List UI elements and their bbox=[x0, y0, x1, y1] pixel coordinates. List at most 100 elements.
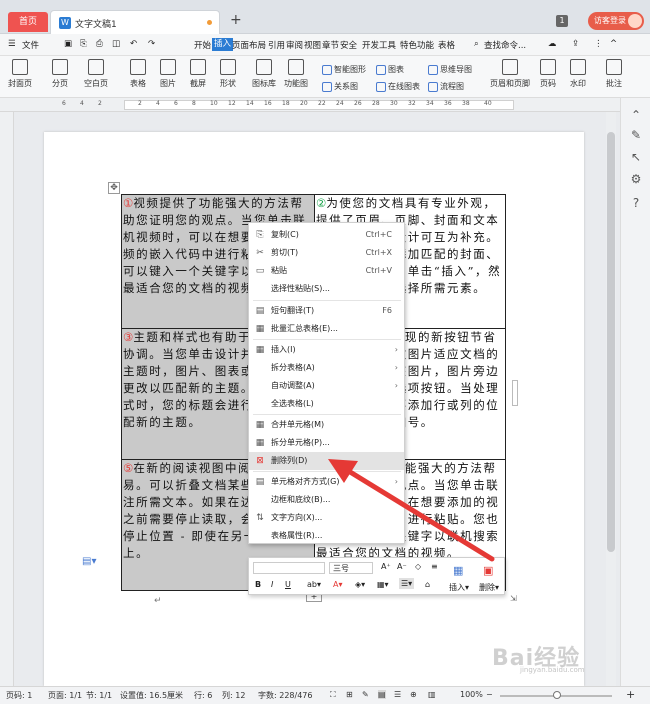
insert-row-icon[interactable]: ▦ bbox=[453, 564, 463, 577]
help-icon[interactable]: ? bbox=[629, 196, 643, 210]
page-view-icon[interactable]: ▤ bbox=[378, 690, 386, 699]
icon-library-button[interactable]: 图标库 bbox=[252, 59, 276, 89]
menu-start[interactable]: 开始 bbox=[194, 39, 211, 51]
menu-section[interactable]: 章节 bbox=[322, 39, 339, 51]
page-number-button[interactable]: 页码 bbox=[540, 59, 556, 89]
zoom-slider-thumb[interactable] bbox=[553, 691, 561, 699]
undo-icon[interactable]: ↶ bbox=[130, 39, 137, 49]
vertical-ruler[interactable] bbox=[0, 112, 14, 686]
save-icon[interactable]: ▣ bbox=[64, 39, 72, 49]
hamburger-icon[interactable]: ☰ bbox=[8, 39, 16, 49]
menu-translate[interactable]: ▤ 短句翻译(T) F6 bbox=[249, 302, 404, 320]
status-col[interactable]: 列: 12 bbox=[222, 690, 245, 701]
table-move-handle[interactable]: ✥ bbox=[108, 182, 120, 194]
print-icon[interactable]: ⎙ bbox=[96, 39, 103, 49]
collapse-panel-icon[interactable]: ⌃ bbox=[629, 108, 643, 122]
menu-auto-fit[interactable]: 自动调整(A) › bbox=[249, 377, 404, 395]
cover-page-button[interactable]: 封面页 bbox=[8, 59, 32, 89]
edit-icon[interactable]: ✎ bbox=[629, 128, 643, 142]
redo-icon[interactable]: ↷ bbox=[148, 39, 155, 49]
highlight-icon[interactable]: ab▾ bbox=[307, 580, 321, 589]
menu-features[interactable]: 特色功能 bbox=[400, 39, 434, 51]
menu-paste-special[interactable]: 选择性粘贴(S)... bbox=[249, 280, 404, 298]
menu-view[interactable]: 视图 bbox=[304, 39, 321, 51]
menu-cut[interactable]: ✂ 剪切(T) Ctrl+X bbox=[249, 244, 404, 262]
read-mode-icon[interactable]: ▥ bbox=[428, 690, 436, 699]
vertical-scrollbar[interactable] bbox=[606, 112, 616, 686]
cloud-icon[interactable]: ☁ bbox=[548, 39, 557, 49]
page-break-button[interactable]: 分页 bbox=[52, 59, 68, 89]
menu-layout[interactable]: 页面布局 bbox=[232, 39, 266, 51]
menu-insert-row-col[interactable]: ▦ 插入(I) › bbox=[249, 341, 404, 359]
font-name-select[interactable] bbox=[253, 562, 325, 574]
proofread-icon[interactable]: ✎ bbox=[362, 690, 369, 699]
bold-icon[interactable]: B bbox=[255, 580, 261, 589]
menu-review[interactable]: 审阅 bbox=[286, 39, 303, 51]
zoom-out-icon[interactable]: − bbox=[486, 690, 493, 699]
web-view-icon[interactable]: ⊕ bbox=[410, 690, 417, 699]
horizontal-ruler[interactable]: 6 4 2 2 4 6 8 10 12 14 16 18 20 22 24 26… bbox=[0, 98, 650, 112]
menu-paste[interactable]: ▭ 粘贴 Ctrl+V bbox=[249, 262, 404, 280]
new-tab-button[interactable]: + bbox=[230, 12, 242, 28]
layout-icon[interactable]: ⊞ bbox=[346, 690, 353, 699]
table-button[interactable]: 表格 bbox=[130, 59, 146, 89]
menu-split-table[interactable]: 拆分表格(A) › bbox=[249, 359, 404, 377]
export-icon[interactable]: ⎘ bbox=[80, 39, 87, 49]
italic-icon[interactable]: I bbox=[271, 580, 273, 589]
underline-icon[interactable]: U bbox=[285, 580, 291, 589]
select-icon[interactable]: ↖ bbox=[629, 150, 643, 164]
delete-row-icon[interactable]: ▣ bbox=[483, 564, 493, 577]
paragraph-handle-icon[interactable]: ▤▾ bbox=[82, 556, 96, 567]
font-color-icon[interactable]: A▾ bbox=[333, 580, 343, 589]
function-chart-button[interactable]: 功能图 bbox=[284, 59, 308, 89]
login-button[interactable]: 访客登录 bbox=[588, 12, 644, 30]
comment-button[interactable]: 批注 bbox=[606, 59, 622, 89]
menu-merge-cells[interactable]: ▦ 合并单元格(M) bbox=[249, 416, 404, 434]
add-column-button[interactable] bbox=[512, 380, 518, 406]
menu-batch-table[interactable]: ▦ 批量汇总表格(E)... bbox=[249, 320, 404, 338]
collapse-icon[interactable]: ^ bbox=[610, 39, 617, 49]
menu-insert[interactable]: 插入 bbox=[212, 38, 234, 51]
status-row[interactable]: 行: 6 bbox=[194, 690, 212, 701]
share-icon[interactable]: ⇪ bbox=[572, 39, 579, 49]
format-painter-icon[interactable]: ⌂ bbox=[425, 580, 430, 589]
zoom-in-icon[interactable]: + bbox=[626, 688, 635, 701]
status-pages[interactable]: 页面: 1/1 bbox=[48, 690, 82, 701]
shading-icon[interactable]: ◈▾ bbox=[355, 580, 365, 589]
smart-art-button[interactable]: 智能图形 bbox=[322, 64, 366, 75]
search-icon[interactable]: ⌕ bbox=[474, 39, 479, 49]
picture-button[interactable]: 图片 bbox=[160, 59, 176, 89]
align-icon[interactable]: ☰▾ bbox=[399, 578, 415, 589]
blank-page-button[interactable]: 空白页 bbox=[84, 59, 108, 89]
flowchart-button[interactable]: 流程图 bbox=[428, 81, 464, 92]
shape-button[interactable]: 形状 bbox=[220, 59, 236, 89]
menu-references[interactable]: 引用 bbox=[268, 39, 285, 51]
menu-file[interactable]: 文件 bbox=[22, 39, 39, 51]
focus-mode-icon[interactable]: ⛶ bbox=[330, 690, 336, 700]
zoom-level[interactable]: 100% bbox=[460, 690, 483, 699]
table-resize-handle[interactable]: ⇲ bbox=[510, 594, 517, 603]
menu-developer[interactable]: 开发工具 bbox=[362, 39, 396, 51]
status-words[interactable]: 字数: 228/476 bbox=[258, 690, 312, 701]
outline-view-icon[interactable]: ☰ bbox=[394, 690, 401, 699]
header-footer-button[interactable]: 页眉和页脚 bbox=[490, 59, 530, 89]
more-icon[interactable]: ⋮ bbox=[594, 39, 603, 49]
command-search[interactable]: 查找命令... bbox=[484, 39, 526, 51]
borders-icon[interactable]: ▦▾ bbox=[377, 580, 389, 589]
status-setting[interactable]: 设置值: 16.5厘米 bbox=[120, 690, 183, 701]
tab-document[interactable]: W 文字文稿1 bbox=[50, 10, 220, 34]
chart-button[interactable]: 图表 bbox=[376, 64, 404, 75]
menu-copy[interactable]: ⎘ 复制(C) Ctrl+C bbox=[249, 226, 404, 244]
delete-label[interactable]: 删除▾ bbox=[479, 582, 499, 593]
status-section[interactable]: 节: 1/1 bbox=[86, 690, 112, 701]
relation-chart-button[interactable]: 关系图 bbox=[322, 81, 358, 92]
insert-label[interactable]: 插入▾ bbox=[449, 582, 469, 593]
screenshot-button[interactable]: 截屏 bbox=[190, 59, 206, 89]
watermark-button[interactable]: 水印 bbox=[570, 59, 586, 89]
menu-security[interactable]: 安全 bbox=[340, 39, 357, 51]
settings-icon[interactable]: ⚙ bbox=[629, 172, 643, 186]
scrollbar-thumb[interactable] bbox=[607, 132, 615, 552]
menu-table[interactable]: 表格 bbox=[438, 39, 455, 51]
menu-select-table[interactable]: 全选表格(L) bbox=[249, 395, 404, 413]
online-chart-button[interactable]: 在线图表 bbox=[376, 81, 420, 92]
